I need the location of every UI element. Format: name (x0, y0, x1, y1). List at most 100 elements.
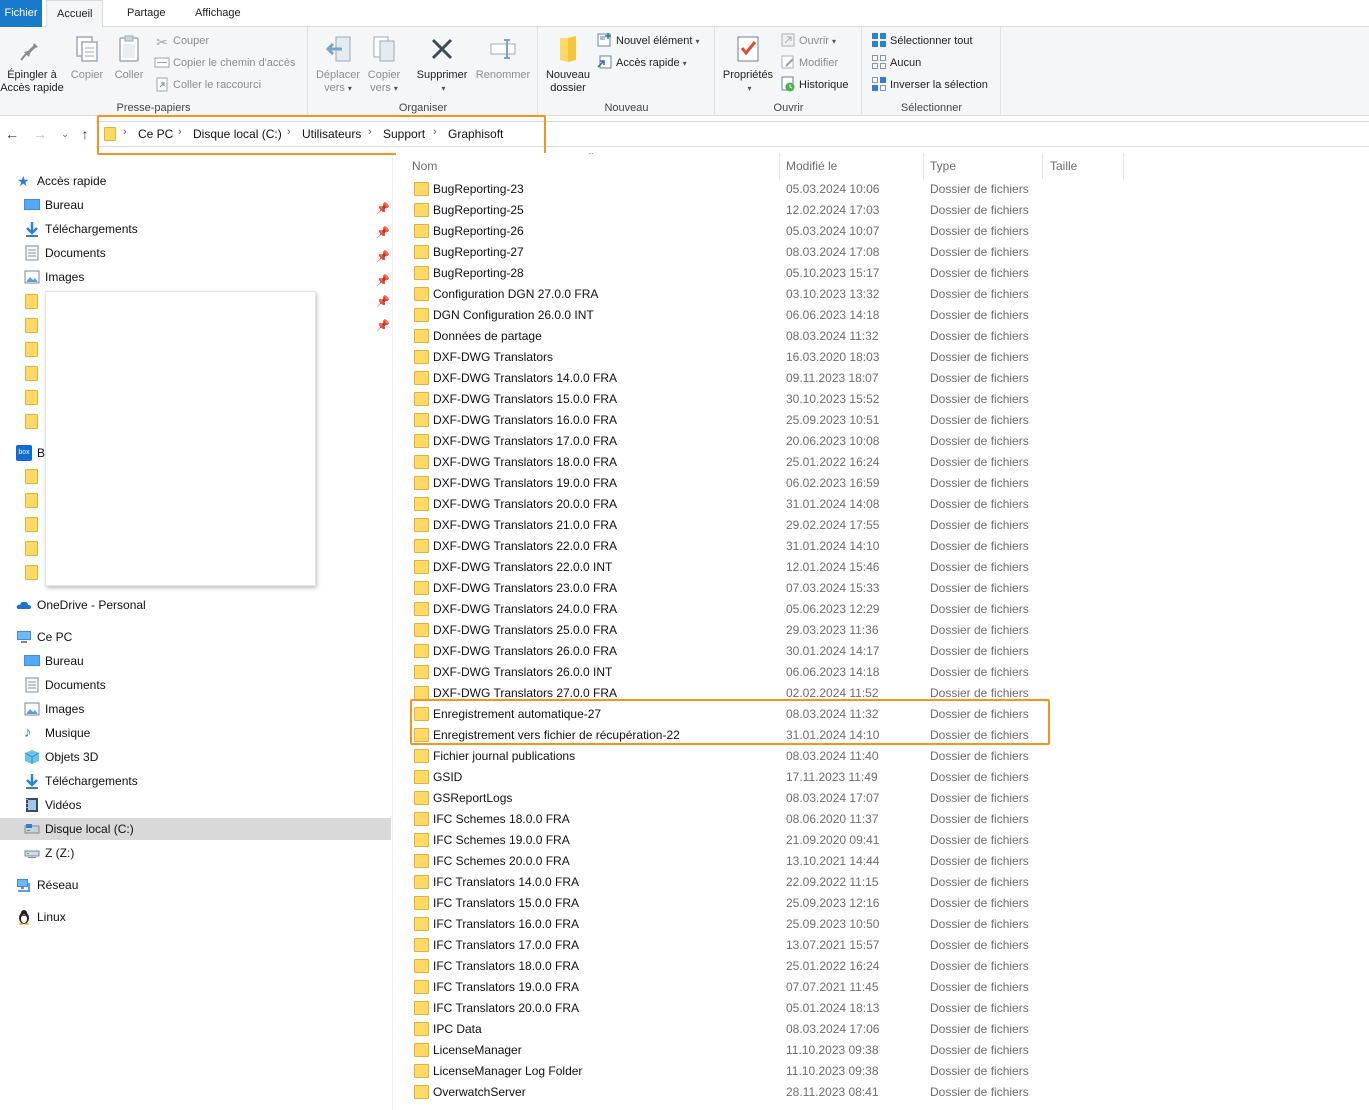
nav-pc-downloads[interactable]: Téléchargements (0, 770, 391, 792)
table-row[interactable]: BugReporting-25 12.02.2024 17:03 Dossier d… (412, 200, 1052, 221)
table-row[interactable]: LicenseManager Log Folder 11.10.2023 09:3… (412, 1061, 1052, 1082)
table-row[interactable]: DXF-DWG Translators 22.0.0 FRA 31.01.2024… (412, 536, 1052, 557)
table-row[interactable]: DXF-DWG Translators 26.0.0 FRA 30.01.2024… (412, 641, 1052, 662)
folder-icon[interactable] (25, 342, 38, 357)
pin-icon[interactable]: 📌 (376, 270, 390, 292)
table-row[interactable]: DXF-DWG Translators 16.03.2020 18:03 Dossi… (412, 347, 1052, 368)
pin-icon[interactable]: 📌 (376, 246, 390, 268)
pin-quick-access-button[interactable]: Épingler à Accès rapide (0, 31, 64, 95)
copy-to-button[interactable]: Copier vers ▾ (361, 31, 407, 95)
pin-icon[interactable]: 📌 (376, 222, 390, 244)
nav-pc-videos[interactable]: Vidéos (0, 794, 391, 816)
table-row[interactable]: BugReporting-23 05.03.2024 10:06 Dossier d… (412, 179, 1052, 200)
cloud-folder-icon[interactable] (25, 517, 38, 532)
folder-icon[interactable] (25, 414, 38, 429)
table-row[interactable]: IFC Translators 18.0.0 FRA 25.01.2022 16:… (412, 956, 1052, 977)
table-row[interactable]: BugReporting-28 05.10.2023 15:17 Dossier d… (412, 263, 1052, 284)
nav-this-pc[interactable]: Ce PC (0, 626, 391, 648)
tab-affichage[interactable]: Affichage (185, 0, 251, 27)
nav-pc-local-disk[interactable]: Disque local (C:) (0, 818, 391, 840)
table-row[interactable]: LicenseManager 11.10.2023 09:38 Dossier de… (412, 1040, 1052, 1061)
column-separator[interactable] (779, 153, 780, 179)
table-row[interactable]: Fichier journal publications 08.03.2024 1… (412, 746, 1052, 767)
nav-quick-images[interactable]: Images 📌 (0, 266, 391, 288)
nav-quick-downloads[interactable]: Téléchargements 📌 (0, 218, 391, 240)
copy-path-button[interactable]: Copier le chemin d'accès (154, 53, 296, 73)
column-header-size[interactable]: Taille (1050, 159, 1077, 173)
copy-button[interactable]: Copier (68, 31, 106, 82)
properties-button[interactable]: Propriétés ▾ (718, 31, 778, 95)
nav-pc-bureau[interactable]: Bureau (0, 650, 391, 672)
nav-pc-z-drive[interactable]: Z (Z:) (0, 842, 391, 864)
select-none-button[interactable]: Aucun (871, 53, 921, 73)
cut-button[interactable]: ✂ Couper (154, 31, 209, 51)
table-row[interactable]: DXF-DWG Translators 24.0.0 FRA 05.06.2023… (412, 599, 1052, 620)
new-folder-button[interactable]: Nouveau dossier (541, 31, 595, 95)
table-row[interactable]: IPC Data 08.03.2024 17:06 Dossier de fichi… (412, 1019, 1052, 1040)
table-row[interactable]: IFC Schemes 18.0.0 FRA 08.06.2020 11:37 Do… (412, 809, 1052, 830)
table-row[interactable]: DXF-DWG Translators 14.0.0 FRA 09.11.2023… (412, 368, 1052, 389)
cloud-folder-icon[interactable] (25, 469, 38, 484)
column-header-type[interactable]: Type (930, 159, 956, 173)
back-arrow-icon[interactable]: ← (4, 126, 20, 142)
history-button[interactable]: Historique (780, 75, 849, 95)
table-row[interactable]: IFC Schemes 19.0.0 FRA 21.09.2020 09:41 Do… (412, 830, 1052, 851)
nav-pc-music[interactable]: ♪ Musique (0, 722, 391, 744)
folder-icon[interactable] (25, 294, 38, 309)
move-to-button[interactable]: Déplacer vers ▾ (313, 31, 363, 95)
recent-locations-chevron-icon[interactable]: ⌄ (57, 126, 73, 142)
folder-icon[interactable] (25, 318, 38, 333)
table-row[interactable]: Configuration DGN 27.0.0 FRA 03.10.2023 1… (412, 284, 1052, 305)
table-row[interactable]: DGN Configuration 26.0.0 INT 06.06.2023 1… (412, 305, 1052, 326)
table-row[interactable]: OverwatchServer 28.11.2023 08:41 Dossier d… (412, 1082, 1052, 1103)
tab-partage[interactable]: Partage (117, 0, 176, 27)
table-row[interactable]: DXF-DWG Translators 18.0.0 FRA 25.01.2022… (412, 452, 1052, 473)
pin-icon[interactable]: 📌 (376, 295, 390, 308)
column-separator[interactable] (1123, 153, 1124, 179)
column-separator[interactable] (923, 153, 924, 179)
table-row[interactable]: DXF-DWG Translators 22.0.0 INT 12.01.2024… (412, 557, 1052, 578)
nav-pc-images[interactable]: Images (0, 698, 391, 720)
cloud-folder-icon[interactable] (25, 541, 38, 556)
table-row[interactable]: DXF-DWG Translators 19.0.0 FRA 06.02.2023… (412, 473, 1052, 494)
table-row[interactable]: IFC Translators 15.0.0 FRA 25.09.2023 12:… (412, 893, 1052, 914)
pane-divider[interactable] (392, 155, 393, 1110)
table-row[interactable]: BugReporting-26 05.03.2024 10:07 Dossier d… (412, 221, 1052, 242)
tab-accueil[interactable]: Accueil (46, 0, 104, 28)
forward-arrow-icon[interactable]: → (32, 126, 48, 142)
pin-icon[interactable]: 📌 (376, 198, 390, 220)
table-row[interactable]: DXF-DWG Translators 15.0.0 FRA 30.10.2023… (412, 389, 1052, 410)
invert-selection-button[interactable]: Inverser la sélection (871, 75, 988, 95)
easy-access-button[interactable]: Accès rapide ▾ (597, 53, 687, 73)
table-row[interactable]: DXF-DWG Translators 25.0.0 FRA 29.03.2023… (412, 620, 1052, 641)
table-row[interactable]: Données de partage 08.03.2024 11:32 Dossie… (412, 326, 1052, 347)
table-row[interactable]: DXF-DWG Translators 26.0.0 INT 06.06.2023… (412, 662, 1052, 683)
nav-quick-bureau[interactable]: Bureau 📌 (0, 194, 391, 216)
pin-icon[interactable]: 📌 (376, 319, 390, 332)
table-row[interactable]: IFC Translators 17.0.0 FRA 13.07.2021 15:… (412, 935, 1052, 956)
delete-button[interactable]: Supprimer ▾ (413, 31, 471, 95)
nav-quick-access[interactable]: ★ Accès rapide (0, 170, 391, 192)
nav-onedrive[interactable]: OneDrive - Personal (0, 594, 391, 616)
cloud-folder-icon[interactable] (25, 493, 38, 508)
table-row[interactable]: DXF-DWG Translators 23.0.0 FRA 07.03.2024… (412, 578, 1052, 599)
table-row[interactable]: IFC Translators 20.0.0 FRA 05.01.2024 18:… (412, 998, 1052, 1019)
nav-pc-documents[interactable]: Documents (0, 674, 391, 696)
folder-icon[interactable] (25, 366, 38, 381)
table-row[interactable]: GSID 17.11.2023 11:49 Dossier de fichiers (412, 767, 1052, 788)
folder-icon[interactable] (25, 390, 38, 405)
table-row[interactable]: GSReportLogs 08.03.2024 17:07 Dossier de f… (412, 788, 1052, 809)
table-row[interactable]: DXF-DWG Translators 20.0.0 FRA 31.01.2024… (412, 494, 1052, 515)
select-all-button[interactable]: Sélectionner tout (871, 31, 973, 51)
edit-button[interactable]: Modifier (780, 53, 838, 73)
column-separator[interactable] (1042, 153, 1043, 179)
table-row[interactable]: DXF-DWG Translators 16.0.0 FRA 25.09.2023… (412, 410, 1052, 431)
table-row[interactable]: DXF-DWG Translators 21.0.0 FRA 29.02.2024… (412, 515, 1052, 536)
new-item-button[interactable]: Nouvel élément ▾ (597, 31, 699, 51)
table-row[interactable]: IFC Translators 16.0.0 FRA 25.09.2023 10:… (412, 914, 1052, 935)
cloud-folder-icon[interactable] (25, 565, 38, 580)
nav-linux[interactable]: Linux (0, 906, 391, 928)
table-row[interactable]: IFC Schemes 20.0.0 FRA 13.10.2021 14:44 Do… (412, 851, 1052, 872)
paste-button[interactable]: Coller (110, 31, 148, 82)
nav-quick-documents[interactable]: Documents 📌 (0, 242, 391, 264)
